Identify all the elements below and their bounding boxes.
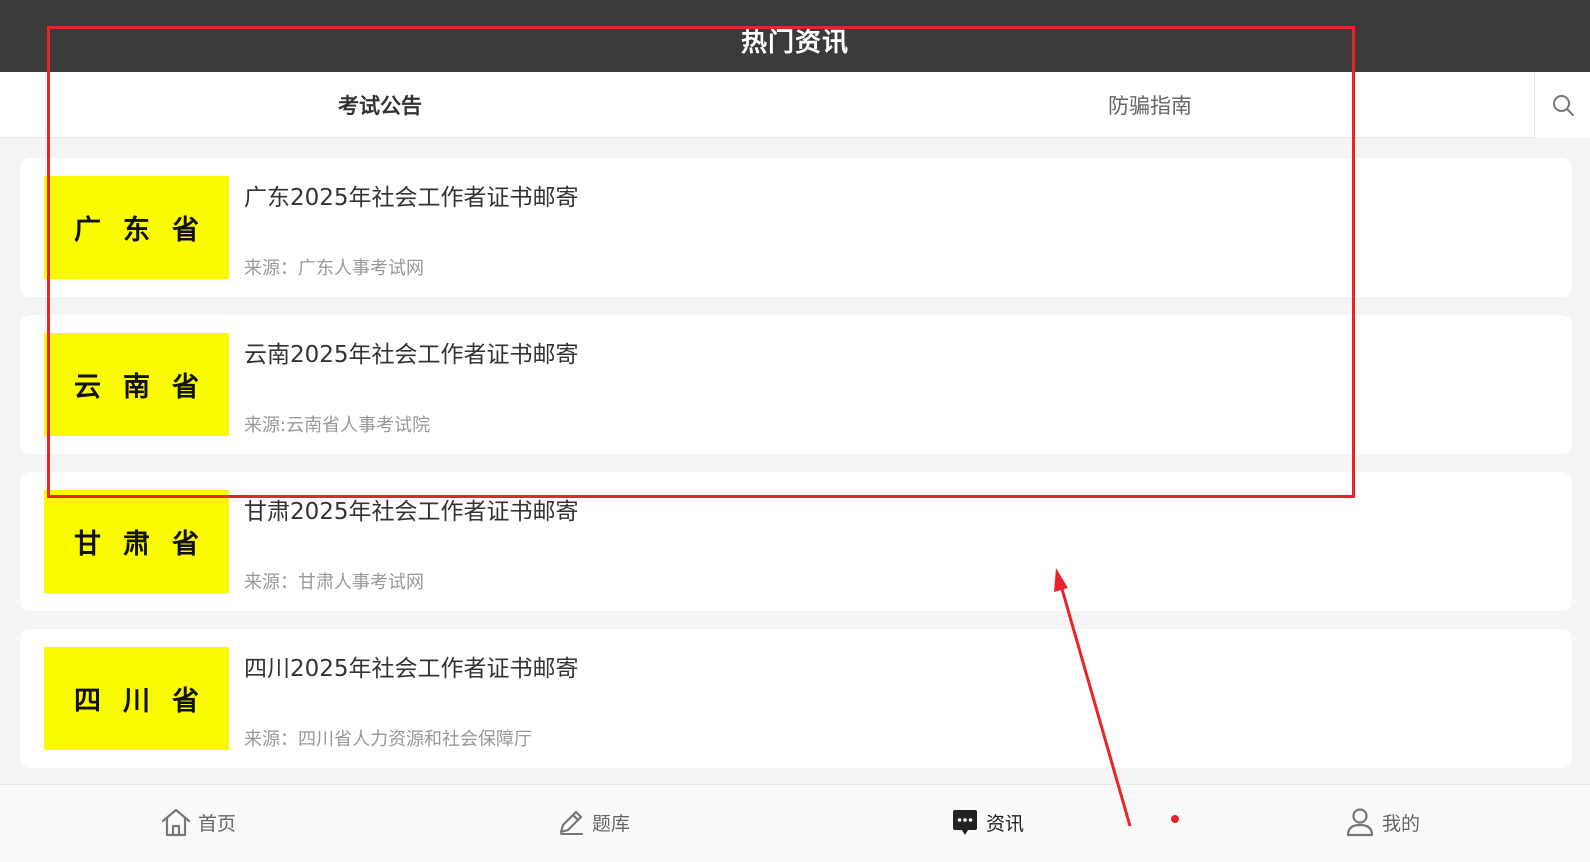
tab-exam-notice[interactable]: 考试公告 (0, 72, 760, 138)
nav-label: 题库 (592, 812, 631, 835)
news-source: 来源:云南省人事考试院 (244, 415, 431, 436)
nav-item-profile[interactable]: 我的 (1344, 785, 1420, 859)
news-title: 云南2025年社会工作者证书邮寄 (244, 342, 579, 368)
news-thumbnail: 云南省 (44, 333, 229, 436)
news-item-yunnan[interactable]: 云南省 云南2025年社会工作者证书邮寄 来源:云南省人事考试院 (20, 315, 1572, 454)
news-title: 甘肃2025年社会工作者证书邮寄 (244, 499, 579, 525)
news-thumbnail: 广东省 (44, 176, 229, 279)
news-item-guangdong[interactable]: 广东省 广东2025年社会工作者证书邮寄 来源：广东人事考试网 (20, 158, 1572, 297)
home-icon (161, 808, 191, 837)
user-icon (1346, 808, 1374, 837)
news-thumbnail: 四川省 (44, 647, 229, 750)
page-title: 热门资讯 (740, 28, 849, 58)
bottom-nav: 首页 题库 资讯 我的 (0, 784, 1590, 862)
news-title: 广东2025年社会工作者证书邮寄 (244, 185, 579, 211)
news-item-gansu[interactable]: 甘肃省 甘肃2025年社会工作者证书邮寄 来源：甘肃人事考试网 (20, 472, 1572, 611)
news-list: 广东省 广东2025年社会工作者证书邮寄 来源：广东人事考试网 云南省 云南20… (20, 158, 1572, 786)
news-item-sichuan[interactable]: 四川省 四川2025年社会工作者证书邮寄 来源：四川省人力资源和社会保障厅 (20, 629, 1572, 768)
nav-item-news[interactable]: 资讯 (950, 785, 1024, 859)
nav-item-home[interactable]: 首页 (160, 785, 236, 859)
news-source: 来源：四川省人力资源和社会保障厅 (244, 729, 532, 750)
news-thumbnail: 甘肃省 (44, 490, 229, 593)
nav-label: 我的 (1382, 812, 1421, 835)
chat-bubble-icon (953, 810, 977, 835)
pencil-icon (559, 810, 583, 835)
search-button[interactable] (1534, 72, 1590, 138)
annotation-dot (1171, 815, 1179, 823)
search-icon (1552, 95, 1574, 116)
nav-item-question-bank[interactable]: 题库 (556, 785, 630, 859)
news-source: 来源：广东人事考试网 (244, 258, 424, 279)
tab-anti-fraud-guide[interactable]: 防骗指南 (770, 72, 1530, 138)
app-header: 热门资讯 (0, 0, 1590, 72)
nav-label: 资讯 (986, 812, 1025, 835)
news-title: 四川2025年社会工作者证书邮寄 (244, 656, 579, 682)
tab-bar: 考试公告 防骗指南 (0, 72, 1590, 138)
nav-label: 首页 (198, 812, 237, 835)
news-source: 来源：甘肃人事考试网 (244, 572, 424, 593)
